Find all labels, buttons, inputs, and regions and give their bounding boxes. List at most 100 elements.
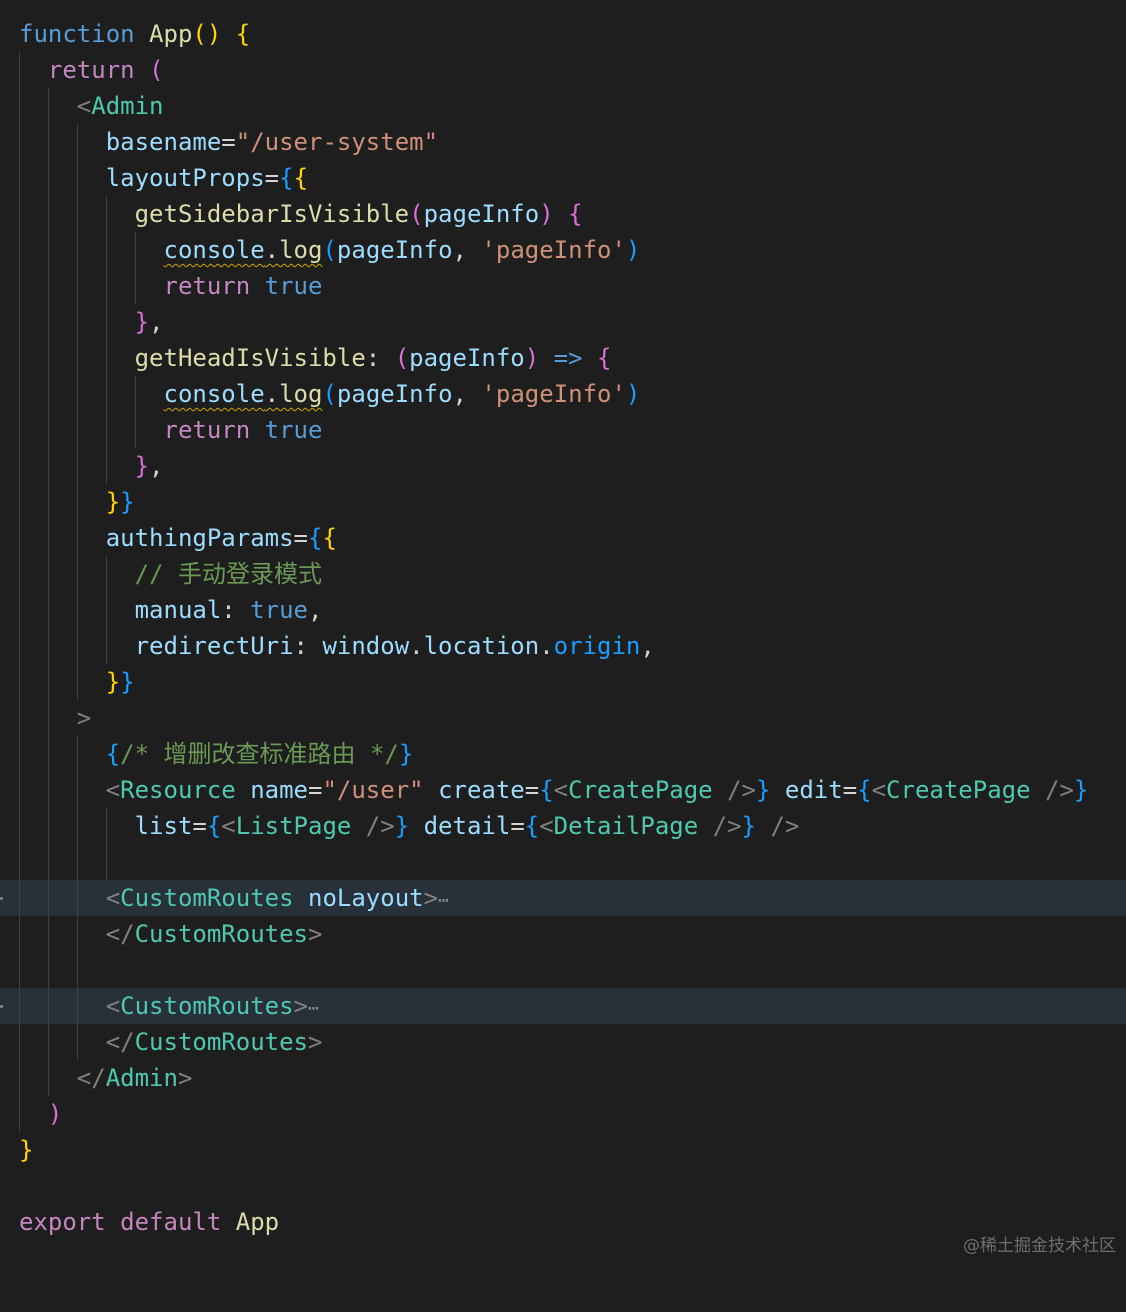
fold-ellipsis-icon[interactable]: ⋯	[308, 998, 319, 1019]
code-line: authingParams={{	[0, 520, 1126, 556]
fold-marker[interactable]	[0, 1005, 3, 1008]
comment: // 手动登录模式	[134, 560, 322, 588]
punctuation: ,	[452, 236, 467, 264]
bracket: }	[134, 308, 150, 336]
indent-guide	[106, 844, 107, 880]
bracket: }	[1073, 776, 1089, 804]
bracket: )	[539, 200, 554, 228]
jsx-attribute: edit	[784, 776, 843, 804]
code-line: export default App	[0, 1204, 1126, 1240]
code-line: basename="/user-system"	[0, 124, 1126, 160]
operator: =	[221, 128, 236, 156]
bracket: (	[322, 380, 337, 408]
jsx-attribute: basename	[105, 128, 222, 156]
code-line: </CustomRoutes>	[0, 916, 1126, 952]
warning-squiggle[interactable]: console.log	[164, 236, 323, 264]
tag-bracket: />	[712, 812, 742, 840]
code-editor[interactable]: function App() { return ( <Admin basenam…	[0, 0, 1126, 1264]
tag-bracket: </	[76, 1064, 106, 1092]
code-line: return (	[0, 52, 1126, 88]
operator: =	[264, 164, 280, 192]
fold-marker[interactable]	[0, 897, 3, 900]
jsx-tag: CreatePage	[886, 776, 1031, 804]
bracket: {	[322, 524, 337, 552]
code-line: </CustomRoutes>	[0, 1024, 1126, 1060]
identifier: App	[235, 1208, 280, 1236]
operator: =	[524, 776, 540, 804]
jsx-attribute: create	[438, 776, 525, 804]
bracket: {	[597, 344, 612, 372]
jsx-tag: Resource	[120, 776, 236, 804]
code-line: console.log(pageInfo, 'pageInfo')	[0, 232, 1126, 268]
bracket: {	[524, 812, 540, 840]
keyword: return	[163, 272, 251, 300]
code-line: <Admin	[0, 88, 1126, 124]
tag-bracket: >	[76, 704, 92, 732]
tag-bracket: <	[539, 812, 554, 840]
identifier: pageInfo	[336, 380, 453, 408]
bracket: (	[149, 56, 164, 84]
fold-ellipsis-icon[interactable]: ⋯	[438, 890, 449, 911]
punctuation: ,	[149, 452, 164, 480]
code-line: manual: true,	[0, 592, 1126, 628]
tag-bracket: <	[76, 92, 92, 120]
jsx-attribute: authingParams	[105, 524, 294, 552]
string: "/user-system"	[235, 128, 439, 156]
bracket: )	[47, 1100, 63, 1128]
string: "/user"	[322, 776, 424, 804]
indent-guide	[19, 844, 20, 880]
code-line: // 手动登录模式	[0, 556, 1126, 592]
punctuation: ,	[149, 308, 164, 336]
object-key: manual	[134, 596, 222, 624]
string: 'pageInfo'	[481, 380, 626, 408]
keyword: export	[19, 1208, 106, 1236]
bracket: )	[524, 344, 540, 372]
property: origin	[553, 632, 641, 660]
arrow-operator: =>	[553, 344, 583, 372]
jsx-tag: DetailPage	[553, 812, 699, 840]
bracket: }	[741, 812, 756, 840]
indent-guide	[48, 844, 49, 880]
jsx-attribute: detail	[423, 812, 511, 840]
bracket: }	[398, 740, 414, 768]
bracket: {	[235, 20, 251, 48]
folded-code-line[interactable]: <CustomRoutes noLayout>⋯	[0, 880, 1126, 916]
punctuation: :	[293, 632, 308, 660]
jsx-tag: CustomRoutes	[120, 884, 294, 912]
method-name: log	[279, 380, 323, 408]
operator: .	[264, 236, 280, 264]
operator: .	[264, 380, 280, 408]
keyword: return	[163, 416, 251, 444]
bracket: }	[19, 1136, 34, 1164]
warning-squiggle[interactable]: console.log	[164, 380, 323, 408]
bracket: {	[206, 812, 222, 840]
folded-code-line[interactable]: <CustomRoutes>⋯	[0, 988, 1126, 1024]
jsx-attribute: list	[134, 812, 193, 840]
jsx-tag: CustomRoutes	[134, 1028, 308, 1056]
operator: =	[308, 776, 323, 804]
tag-bracket: />	[727, 776, 756, 804]
jsx-attribute: layoutProps	[105, 164, 265, 192]
code-line: function App() {	[0, 16, 1126, 52]
tag-bracket: <	[105, 992, 121, 1020]
bracket: {	[857, 776, 872, 804]
code-line: >	[0, 700, 1126, 736]
tag-bracket: >	[308, 1028, 323, 1056]
parameter: pageInfo	[423, 200, 540, 228]
tag-bracket: >	[308, 920, 323, 948]
punctuation: ,	[308, 596, 323, 624]
tag-bracket: <	[871, 776, 887, 804]
tag-bracket: <	[105, 884, 121, 912]
jsx-attribute: noLayout	[308, 884, 424, 912]
code-line: layoutProps={{	[0, 160, 1126, 196]
bracket: {	[568, 200, 583, 228]
code-line: </Admin>	[0, 1060, 1126, 1096]
bracket: }	[120, 668, 135, 696]
function-name: App	[149, 20, 193, 48]
code-line: },	[0, 448, 1126, 484]
tag-bracket: <	[553, 776, 569, 804]
code-line: }}	[0, 484, 1126, 520]
punctuation: :	[221, 596, 236, 624]
code-line-empty	[0, 952, 1126, 988]
jsx-tag: Admin	[91, 92, 164, 120]
